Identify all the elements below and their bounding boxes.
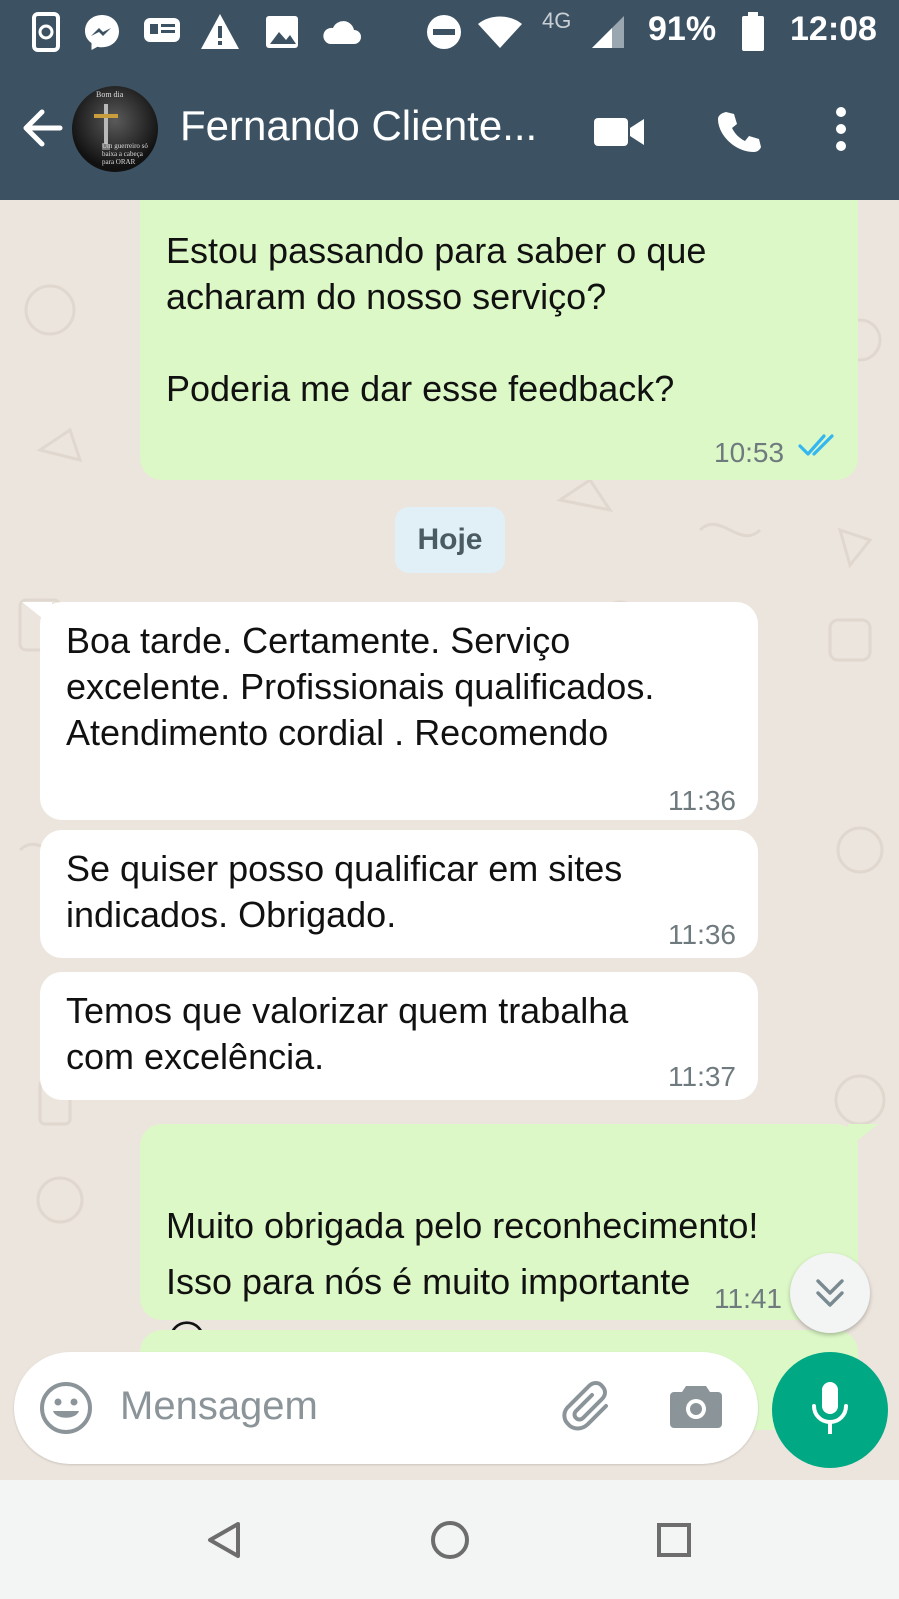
dnd-icon	[427, 15, 461, 49]
image-icon	[266, 16, 298, 48]
system-navigation-bar	[0, 1480, 899, 1599]
message-time: 10:53	[714, 437, 785, 468]
incoming-message-bubble[interactable]: Se quiser posso qualificar em sites indi…	[40, 830, 758, 958]
date-separator: Hoje	[395, 507, 505, 573]
message-composer: Mensagem	[14, 1352, 758, 1464]
messenger-icon	[85, 15, 119, 50]
incoming-message-bubble[interactable]: Boa tarde. Certamente. Serviço excelente…	[40, 602, 758, 820]
message-text: Boa tarde. Certamente. Serviço excelente…	[66, 620, 655, 753]
battery-icon	[742, 12, 764, 51]
contact-avatar[interactable]: Bom dia Um guerreiro só baixa a cabeça p…	[72, 86, 158, 172]
scroll-to-bottom-button[interactable]	[790, 1253, 870, 1333]
warning-icon	[201, 14, 239, 49]
bubble-tail	[22, 602, 52, 626]
clock: 12:08	[790, 10, 877, 48]
chat-header: Bom dia Um guerreiro só baixa a cabeça p…	[0, 62, 899, 200]
message-text: Se quiser posso qualificar em sites indi…	[66, 848, 623, 935]
message-text-content: Muito obrigada pelo reconhecimento! Isso…	[166, 1205, 759, 1302]
outgoing-message-bubble[interactable]: Estou passando para saber o que acharam …	[140, 200, 858, 480]
chat-messages-area[interactable]: Estou passando para saber o que acharam …	[0, 200, 899, 1480]
message-card-icon	[144, 18, 180, 42]
microphone-icon	[812, 1382, 848, 1434]
contact-name[interactable]: Fernando Cliente...	[180, 102, 537, 150]
cloud-icon	[323, 21, 361, 44]
outgoing-message-bubble[interactable]: Muito obrigada pelo reconhecimento! Isso…	[140, 1124, 858, 1362]
message-time: 11:36	[668, 785, 736, 816]
avatar-caption-bottom: Um guerreiro só baixa a cabeça para ORAR	[102, 142, 148, 166]
voice-record-button[interactable]	[772, 1352, 888, 1468]
avatar-caption-top: Bom dia	[96, 90, 124, 99]
nav-back-icon[interactable]	[206, 1520, 242, 1560]
phone-sync-icon	[32, 12, 60, 52]
message-time: 11:37	[668, 1061, 736, 1092]
message-time: 11:36	[668, 919, 736, 950]
message-text: Temos que valorizar quem trabalha com ex…	[66, 990, 629, 1077]
message-input[interactable]: Mensagem	[120, 1384, 318, 1429]
network-type: 4G	[542, 8, 572, 33]
nav-recents-icon[interactable]	[656, 1522, 692, 1558]
battery-percent: 91%	[648, 10, 717, 48]
emoji-icon[interactable]	[38, 1380, 94, 1436]
phone-call-icon[interactable]	[716, 108, 762, 154]
incoming-message-bubble[interactable]: Temos que valorizar quem trabalha com ex…	[40, 972, 758, 1100]
double-chevron-down-icon	[816, 1279, 844, 1307]
status-bar: 4G 91% 12:08	[0, 0, 899, 62]
read-receipt-icon	[798, 434, 834, 456]
camera-icon[interactable]	[670, 1382, 722, 1430]
signal-icon	[592, 16, 624, 48]
video-call-icon[interactable]	[594, 114, 646, 150]
message-text: Estou passando para saber o que acharam …	[166, 230, 707, 409]
bubble-tail	[848, 1124, 878, 1148]
wifi-icon	[478, 16, 522, 48]
message-time: 11:41	[714, 1283, 782, 1314]
back-arrow-icon[interactable]	[20, 108, 64, 148]
attachment-icon[interactable]	[562, 1380, 618, 1436]
nav-home-icon[interactable]	[430, 1520, 470, 1560]
more-options-icon[interactable]	[834, 106, 848, 152]
